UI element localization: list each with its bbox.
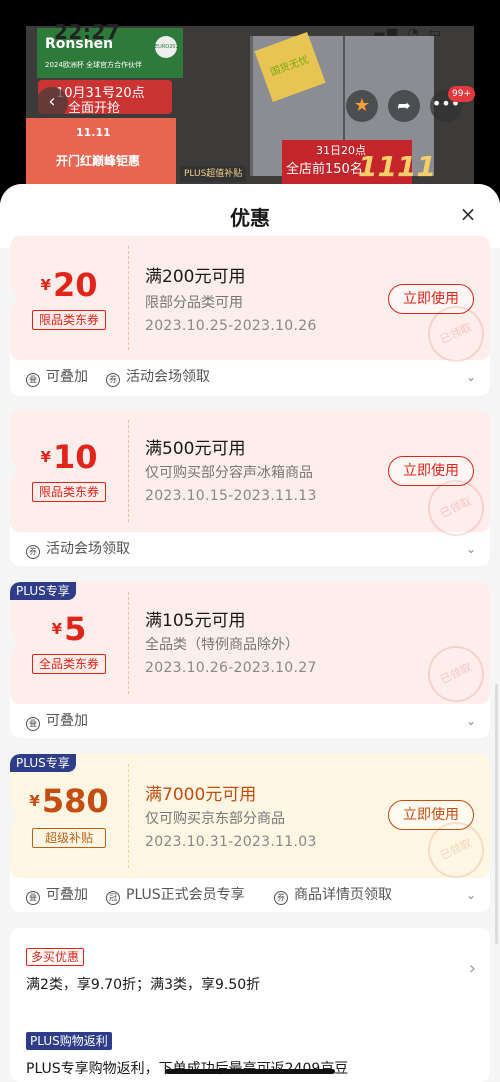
date-line-2: 全店前150名 bbox=[286, 162, 363, 177]
plus-rebate-text: PLUS专享购物返利，下单成功后最高可返2409京豆 bbox=[26, 1058, 348, 1078]
promo-line-2: 全面开抢 bbox=[68, 101, 121, 116]
status-time: 22:27 bbox=[54, 20, 121, 44]
multi-buy-tag: 多买优惠 bbox=[26, 948, 85, 966]
coupon-body: ¥580 超级补贴 满7000元可用 仅可购买京东部分商品 2023.10.31… bbox=[10, 754, 490, 888]
venue-tag: 券活动会场领取 bbox=[106, 360, 210, 394]
coupon-card: PLUS专享 ¥5 全品类东券 满105元可用 全品类（特例商品除外） 2023… bbox=[10, 582, 490, 738]
coupon-condition: 满500元可用 bbox=[145, 439, 246, 459]
brand-subtitle: 2024欧洲杯 全球官方合作伙伴 bbox=[45, 61, 143, 69]
coupon-card: ¥10 限品类东券 满500元可用 仅可购买部分容声冰箱商品 2023.10.1… bbox=[10, 410, 490, 566]
chevron-down-icon[interactable]: ⌄ bbox=[466, 704, 476, 738]
chevron-down-icon[interactable]: ⌄ bbox=[466, 360, 476, 394]
stackable-tag: 叠可叠加 bbox=[26, 704, 88, 738]
chevron-left-icon: ‹ bbox=[48, 91, 56, 112]
plus-member-tag: 冠 PLUS正式会员专享 bbox=[106, 878, 245, 912]
coupon-condition: 满200元可用 bbox=[145, 267, 246, 287]
venue-tag: 券活动会场领取 bbox=[26, 532, 130, 566]
close-button[interactable]: × bbox=[458, 204, 478, 224]
coupon-amount: ¥5 bbox=[51, 610, 87, 648]
coupon-category-tag: 限品类东券 bbox=[32, 310, 106, 330]
plus-exclusive-badge: PLUS专享 bbox=[10, 582, 76, 600]
plus-rebate-tag: PLUS购物返利 bbox=[26, 1032, 112, 1050]
stackable-tag: 叠可叠加 bbox=[26, 360, 88, 394]
coupon-condition: 满7000元可用 bbox=[145, 785, 257, 805]
sheet-title: 优惠 bbox=[230, 206, 270, 230]
share-icon: ➦ bbox=[397, 96, 411, 115]
message-count-badge: 99+ bbox=[448, 86, 475, 102]
coupon-scope: 全品类（特例商品除外） bbox=[145, 637, 299, 653]
back-button[interactable]: ‹ bbox=[36, 87, 68, 119]
coupon-scope: 仅可购买京东部分商品 bbox=[145, 811, 285, 827]
event-banner: 11.11 开门红巅峰钜惠 bbox=[26, 118, 176, 188]
coupon-footer[interactable]: 券活动会场领取 ⌄ bbox=[10, 532, 490, 566]
detail-page-tag: 券商品详情页领取 bbox=[274, 878, 392, 912]
coupon-condition: 满105元可用 bbox=[145, 611, 246, 631]
coupon-dates: 2023.10.15-2023.11.13 bbox=[145, 488, 317, 504]
coupon-dates: 2023.10.26-2023.10.27 bbox=[145, 660, 317, 676]
coupon-footer[interactable]: 叠可叠加 券活动会场领取 ⌄ bbox=[10, 360, 490, 394]
stack-icon: 叠 bbox=[26, 717, 40, 731]
stackable-tag: 叠可叠加 bbox=[26, 878, 88, 912]
ticket-icon: 券 bbox=[26, 545, 40, 559]
chevron-right-icon[interactable]: › bbox=[469, 958, 476, 979]
multi-buy-text: 满2类，享9.70折；满3类，享9.50折 bbox=[26, 977, 261, 993]
coupon-amount: ¥580 bbox=[29, 782, 109, 820]
favorite-button[interactable]: ★ bbox=[346, 90, 378, 122]
claimed-stamp: 已领取 bbox=[418, 636, 490, 712]
coupon-body: ¥20 限品类东券 满200元可用 限部分品类可用 2023.10.25-202… bbox=[10, 236, 490, 372]
chevron-down-icon[interactable]: ⌄ bbox=[466, 878, 476, 912]
ticket-icon: 券 bbox=[106, 373, 120, 387]
other-offers-card[interactable]: 多买优惠 满2类，享9.70折；满3类，享9.50折 › PLUS购物返利 PL… bbox=[10, 928, 490, 1082]
chevron-down-icon[interactable]: ⌄ bbox=[466, 532, 476, 566]
coupon-body: ¥10 限品类东券 满500元可用 仅可购买部分容声冰箱商品 2023.10.1… bbox=[10, 410, 490, 546]
coupon-card: ¥20 限品类东券 满200元可用 限部分品类可用 2023.10.25-202… bbox=[10, 236, 490, 396]
coupon-amount: ¥10 bbox=[40, 438, 98, 476]
coupon-body: ¥5 全品类东券 满105元可用 全品类（特例商品除外） 2023.10.26-… bbox=[10, 582, 490, 712]
star-icon: ★ bbox=[353, 95, 371, 116]
coupon-scope: 仅可购买部分容声冰箱商品 bbox=[145, 465, 313, 481]
euro-logo: EURO2024 bbox=[155, 36, 182, 58]
crown-icon: 冠 bbox=[106, 891, 120, 905]
ticket-icon: 券 bbox=[274, 891, 288, 905]
coupon-footer[interactable]: 叠可叠加 冠 PLUS正式会员专享 券商品详情页领取 ⌄ bbox=[10, 878, 490, 912]
coupon-scope: 限部分品类可用 bbox=[145, 295, 243, 311]
coupon-category-tag: 超级补贴 bbox=[32, 828, 106, 848]
coupon-dates: 2023.10.25-2023.10.26 bbox=[145, 318, 317, 334]
coupon-footer[interactable]: 叠可叠加 ⌄ bbox=[10, 704, 490, 738]
coupon-sheet: 优惠 × ¥20 限品类东券 满200元可用 限部分品类可用 2023.10.2… bbox=[0, 184, 500, 1082]
big-1111: 1111 bbox=[358, 150, 436, 183]
stack-icon: 叠 bbox=[26, 373, 40, 387]
coupon-card: PLUS专享 ¥580 超级补贴 满7000元可用 仅可购买京东部分商品 202… bbox=[10, 754, 490, 912]
coupon-category-tag: 限品类东券 bbox=[32, 482, 106, 502]
plus-subsidy-tag: PLUS超值补贴 bbox=[180, 166, 247, 182]
plus-exclusive-badge: PLUS专享 bbox=[10, 754, 76, 772]
close-icon: × bbox=[459, 202, 477, 226]
coupon-amount: ¥20 bbox=[40, 266, 98, 304]
event-1111: 11.11 bbox=[76, 126, 111, 139]
scrollbar[interactable] bbox=[495, 684, 498, 944]
stack-icon: 叠 bbox=[26, 891, 40, 905]
coupon-dates: 2023.10.31-2023.11.03 bbox=[145, 834, 317, 850]
event-text: 开门红巅峰钜惠 bbox=[56, 154, 141, 168]
share-button[interactable]: ➦ bbox=[388, 90, 420, 122]
coupon-category-tag: 全品类东券 bbox=[32, 654, 106, 674]
home-indicator bbox=[165, 1069, 335, 1074]
